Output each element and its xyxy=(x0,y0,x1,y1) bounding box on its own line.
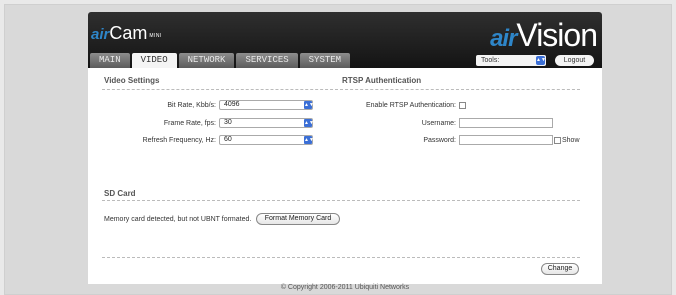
rtsp-title: RTSP Authentication xyxy=(342,76,422,85)
change-button[interactable]: Change xyxy=(541,263,579,275)
frame-rate-select[interactable]: 30 ▲▼ xyxy=(219,118,314,128)
frame-rate-value: 30 xyxy=(224,119,232,126)
divider xyxy=(340,89,580,90)
video-settings-title: Video Settings xyxy=(104,76,160,85)
copyright-footer: © Copyright 2006-2011 Ubiquiti Networks xyxy=(280,284,410,291)
divider xyxy=(102,257,580,258)
aircam-logo: airCam MINI xyxy=(91,23,162,44)
bit-rate-value: 4096 xyxy=(224,101,240,108)
password-input[interactable] xyxy=(459,135,553,145)
refresh-frequency-select[interactable]: 60 ▲▼ xyxy=(219,135,314,145)
username-input[interactable] xyxy=(459,118,553,128)
bit-rate-label: Bit Rate, Kbb/s: xyxy=(167,102,216,109)
app-header: airCam MINI airVision MAIN VIDEO NETWORK … xyxy=(88,12,602,68)
logout-button[interactable]: Logout xyxy=(555,55,594,66)
logo-left-prefix: air xyxy=(91,26,110,43)
divider xyxy=(102,89,338,90)
enable-rtsp-label: Enable RTSP Authentication: xyxy=(365,102,456,109)
divider xyxy=(102,200,580,201)
logo-left-suffix: MINI xyxy=(149,33,162,39)
refresh-frequency-label: Refresh Frequency, Hz: xyxy=(142,137,216,144)
sd-card-title: SD Card xyxy=(104,189,136,198)
main-content: Video Settings Bit Rate, Kbb/s: 4096 ▲▼ … xyxy=(88,68,602,284)
dropdown-arrow-icon: ▲▼ xyxy=(536,56,546,65)
bit-rate-select[interactable]: 4096 ▲▼ xyxy=(219,100,314,110)
logo-right-name: Vision xyxy=(516,17,598,53)
refresh-frequency-value: 60 xyxy=(224,136,232,143)
tools-label: Tools: xyxy=(481,57,500,64)
tab-main[interactable]: MAIN xyxy=(90,53,130,68)
password-label: Password: xyxy=(423,137,456,144)
tab-services[interactable]: SERVICES xyxy=(236,53,298,68)
chevron-updown-icon: ▲▼ xyxy=(304,101,314,109)
main-tabs: MAIN VIDEO NETWORK SERVICES SYSTEM xyxy=(90,53,352,68)
format-memory-card-button[interactable]: Format Memory Card xyxy=(256,213,340,225)
frame-rate-label: Frame Rate, fps: xyxy=(163,120,216,127)
logo-left-name: Cam xyxy=(109,23,148,43)
tab-video[interactable]: VIDEO xyxy=(131,53,177,68)
username-label: Username: xyxy=(421,120,456,127)
enable-rtsp-checkbox[interactable] xyxy=(459,102,466,109)
airvision-logo: airVision xyxy=(490,17,598,54)
logo-right-prefix: air xyxy=(490,25,517,52)
show-password-label: Show xyxy=(562,137,580,144)
chevron-updown-icon: ▲▼ xyxy=(304,119,314,127)
sd-card-status: Memory card detected, but not UBNT forma… xyxy=(104,216,252,223)
tab-system[interactable]: SYSTEM xyxy=(299,53,351,68)
tab-network[interactable]: NETWORK xyxy=(178,53,235,68)
chevron-updown-icon: ▲▼ xyxy=(304,136,314,144)
tools-dropdown[interactable]: Tools: ▲▼ xyxy=(476,55,546,66)
show-password-checkbox[interactable] xyxy=(554,137,561,144)
